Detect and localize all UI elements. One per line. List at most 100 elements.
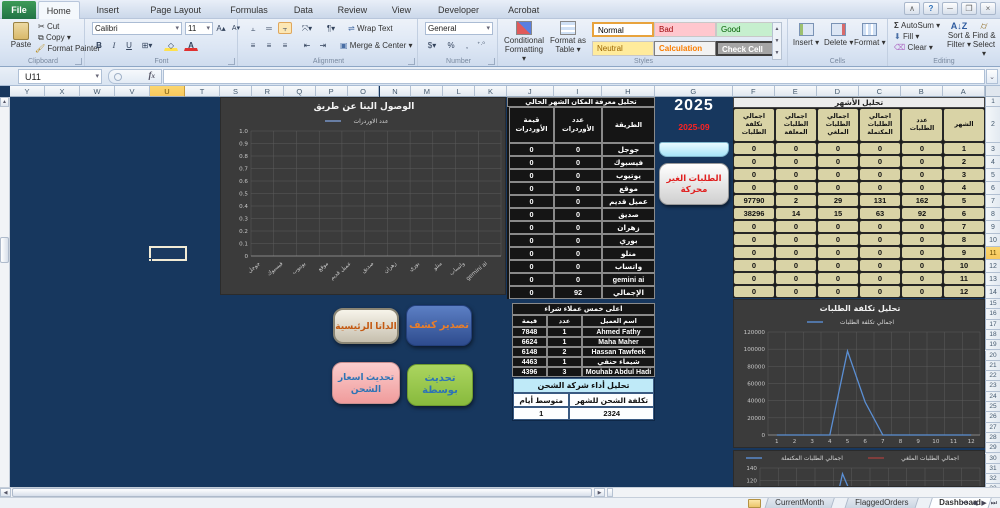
ribbon-tab-view[interactable]: View [381, 1, 423, 19]
find-select-button[interactable]: ⌭ Find & Select ▾ [972, 22, 996, 59]
font-color-icon[interactable]: A [184, 39, 198, 51]
column-header-Q[interactable]: Q [283, 86, 316, 97]
row-header-19[interactable]: 19 [985, 340, 1000, 351]
merge-center-button[interactable]: ▣ Merge & Center ▾ [340, 41, 413, 50]
worksheet[interactable]: YXWVUTSRQPONMLKJIHGFEDCBA 1 2 3 4 5 6 7 8 9 10 11 1… [0, 86, 1000, 487]
currency-icon[interactable]: $▾ [425, 39, 439, 51]
column-header-G[interactable]: G [654, 86, 733, 97]
column-header-K[interactable]: K [475, 86, 507, 97]
fill-button[interactable]: ⬇ Fill ▾ [894, 32, 919, 41]
row-header-18[interactable]: 18 [985, 329, 1000, 341]
update-bosta-button[interactable]: تحديث بوسطة [407, 364, 473, 406]
main-data-button[interactable]: الداتا الرئيسية [333, 308, 399, 344]
align-left-icon[interactable]: ≡ [246, 39, 260, 51]
row-header-6[interactable]: 6 [985, 182, 1000, 195]
increase-indent-icon[interactable]: ⇥ [316, 39, 330, 51]
alignment-dialog-launcher[interactable] [408, 58, 415, 65]
help-icon[interactable]: ? [923, 2, 939, 15]
bold-button[interactable]: B [92, 39, 106, 51]
insert-function-icon[interactable]: fx [149, 70, 156, 80]
column-header-C[interactable]: C [858, 86, 901, 97]
clipboard-dialog-launcher[interactable] [75, 58, 82, 65]
row-header-23[interactable]: 23 [985, 381, 1000, 392]
row-header-25[interactable]: 25 [985, 402, 1000, 413]
select-all-corner[interactable] [985, 86, 1000, 97]
fill-handle[interactable] [148, 258, 152, 262]
ribbon-tab-file[interactable]: File [2, 1, 36, 19]
column-header-A[interactable]: A [942, 86, 985, 97]
row-header-12[interactable]: 12 [985, 260, 1000, 273]
column-header-B[interactable]: B [900, 86, 943, 97]
row-header-22[interactable]: 22 [985, 371, 1000, 382]
row-header-29[interactable]: 29 [985, 443, 1000, 454]
autosum-button[interactable]: Σ AutoSum ▾ [894, 21, 940, 30]
row-header-21[interactable]: 21 [985, 360, 1000, 372]
grow-font-icon[interactable]: A▴ [214, 22, 228, 34]
ribbon-collapse-icon[interactable]: ∧ [904, 2, 920, 15]
column-headers[interactable]: YXWVUTSRQPONMLKJIHGFEDCBA [0, 86, 1000, 97]
delete-cells-button[interactable]: Delete ▾ [824, 23, 853, 47]
decrease-indent-icon[interactable]: ⇤ [300, 39, 314, 51]
column-header-P[interactable]: P [315, 86, 348, 97]
paste-button[interactable]: Paste [8, 22, 34, 49]
row-header-17[interactable]: 17 [985, 319, 1000, 330]
insert-cells-button[interactable]: Insert ▾ [792, 23, 820, 47]
row-header-2[interactable]: 2 [985, 107, 1000, 143]
stale-orders-button[interactable]: الطلبات الغير محركة [659, 163, 729, 205]
fill-color-icon[interactable]: ◇ [164, 39, 178, 51]
style-normal[interactable]: Normal [592, 22, 654, 37]
cancel-entry-icon[interactable] [114, 73, 122, 81]
month-selector-shape[interactable] [659, 142, 729, 157]
column-header-W[interactable]: W [80, 86, 115, 97]
row-header-9[interactable]: 9 [985, 221, 1000, 234]
scroll-right-icon[interactable]: ▶ [594, 488, 605, 497]
align-right-icon[interactable]: ≡ [278, 39, 292, 51]
percent-icon[interactable]: % [444, 39, 458, 51]
style-bad[interactable]: Bad [654, 22, 716, 37]
orientation-icon[interactable]: ⤧▾ [300, 22, 314, 34]
styles-gallery-scroll[interactable]: ▲ ▼ ▼ [772, 22, 782, 60]
orders-completed-cancelled-chart[interactable]: اجمالي الطلبات المكتملة اجمالي الطلبات ال… [733, 450, 985, 487]
column-header-D[interactable]: D [816, 86, 859, 97]
align-bottom-icon[interactable]: ⫟ [278, 22, 292, 34]
scroll-left-icon[interactable]: ◀ [0, 488, 11, 497]
row-header-16[interactable]: 16 [985, 309, 1000, 320]
row-header-10[interactable]: 10 [985, 234, 1000, 247]
increase-decimal-icon[interactable]: ⁺·⁰ [474, 39, 488, 51]
sheet-tab-flaggedorders[interactable]: FlaggedOrders [843, 498, 919, 508]
text-direction-icon[interactable]: ¶▾ [324, 22, 338, 34]
minimize-icon[interactable]: ─ [942, 2, 958, 15]
column-header-O[interactable]: O [347, 86, 380, 97]
formula-bar-expand-icon[interactable]: ⌄ [986, 69, 998, 84]
font-name-select[interactable]: Calibri ▾ [92, 22, 182, 35]
tab-split-handle[interactable] [607, 488, 613, 497]
row-header-3[interactable]: 3 [985, 143, 1000, 156]
row-header-20[interactable]: 20 [985, 350, 1000, 361]
row-header-30[interactable]: 30 [985, 453, 1000, 464]
active-cell-selection[interactable] [148, 246, 187, 262]
font-size-select[interactable]: 11 ▾ [185, 22, 213, 35]
wrap-text-button[interactable]: ⇌ Wrap Text [348, 24, 393, 33]
column-header-J[interactable]: J [506, 86, 554, 97]
number-dialog-launcher[interactable] [488, 58, 495, 65]
row-header-27[interactable]: 27 [985, 422, 1000, 433]
clear-button[interactable]: ⌫ Clear ▾ [894, 43, 933, 52]
font-dialog-launcher[interactable] [228, 58, 235, 65]
column-header-I[interactable]: I [553, 86, 602, 97]
align-middle-icon[interactable]: ═ [262, 22, 276, 34]
row-header-32[interactable]: 32 [985, 474, 1000, 485]
column-header-M[interactable]: M [411, 86, 444, 97]
italic-button[interactable]: I [107, 39, 121, 51]
scroll-up-icon[interactable]: ▲ [0, 97, 9, 107]
reach-method-chart[interactable]: الوصول الينا عن طريق عدد الاوردرات 0 0.1 0.2… [220, 97, 506, 295]
row-header-14[interactable]: 14 [985, 286, 1000, 299]
column-header-F[interactable]: F [732, 86, 775, 97]
style-calculation[interactable]: Calculation [654, 41, 716, 56]
ribbon-tab-acrobat[interactable]: Acrobat [495, 1, 553, 19]
comma-icon[interactable]: , [460, 39, 474, 51]
number-format-select[interactable]: General ▾ [425, 22, 493, 35]
tab-scroll-buttons[interactable]: ⏮ ◀ ▶ ⏭ [962, 499, 998, 508]
column-header-S[interactable]: S [220, 86, 252, 97]
copy-button[interactable]: ⧉ Copy ▾ [38, 33, 71, 43]
order-cost-chart[interactable]: تحليل تكلفة الطلبات اجمالي تكلفة الطلبات 0… [733, 299, 985, 448]
